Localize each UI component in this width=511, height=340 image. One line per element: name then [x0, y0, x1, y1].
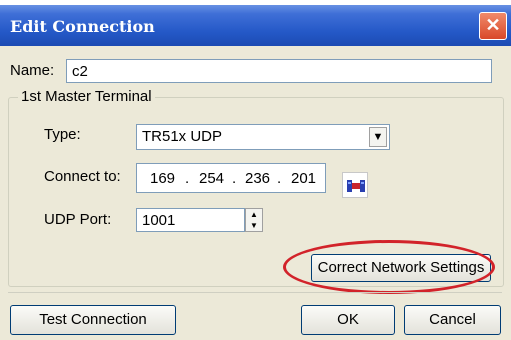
spin-up-icon[interactable]: ▲	[246, 209, 262, 220]
close-icon: ✕	[485, 15, 501, 35]
title-bar[interactable]: Edit Connection ✕	[0, 0, 511, 46]
ip-dot: .	[277, 170, 282, 187]
name-value: c2	[72, 63, 88, 80]
separator	[8, 292, 502, 293]
window-title: Edit Connection	[10, 17, 155, 36]
edit-connection-dialog: Edit Connection ✕ Name: c2 1st Master Te…	[0, 0, 511, 340]
name-label: Name:	[10, 62, 55, 79]
group-title: 1st Master Terminal	[18, 88, 155, 105]
name-input[interactable]: c2	[66, 59, 492, 83]
connect-label: Connect to:	[44, 168, 121, 185]
ip-dot: .	[232, 170, 237, 187]
test-connection-button[interactable]: Test Connection	[10, 305, 176, 335]
ip-dot: .	[185, 170, 190, 187]
type-value: TR51x UDP	[142, 128, 223, 145]
udp-port-value: 1001	[142, 212, 176, 229]
udp-port-label: UDP Port:	[44, 211, 112, 228]
udp-port-spinner[interactable]: ▲ ▼	[245, 208, 263, 232]
ip-address-field[interactable]: 169 . 254 . 236 . 201	[136, 163, 326, 193]
ip-octet-3[interactable]: 236	[245, 170, 270, 187]
highlight-ellipse	[283, 240, 495, 294]
udp-port-input[interactable]: 1001	[136, 208, 245, 232]
ip-octet-1[interactable]: 169	[150, 170, 175, 187]
ok-button[interactable]: OK	[301, 305, 395, 335]
spin-down-icon[interactable]: ▼	[246, 220, 262, 231]
title-top-strip	[0, 0, 511, 5]
ip-octet-2[interactable]: 254	[199, 170, 224, 187]
close-button[interactable]: ✕	[479, 12, 507, 40]
network-icon[interactable]	[342, 172, 368, 198]
ip-octet-4[interactable]: 201	[291, 170, 316, 187]
type-select[interactable]: TR51x UDP ▼	[136, 124, 390, 150]
cancel-button[interactable]: Cancel	[404, 305, 501, 335]
type-label: Type:	[44, 126, 81, 143]
chevron-down-icon[interactable]: ▼	[369, 127, 387, 147]
